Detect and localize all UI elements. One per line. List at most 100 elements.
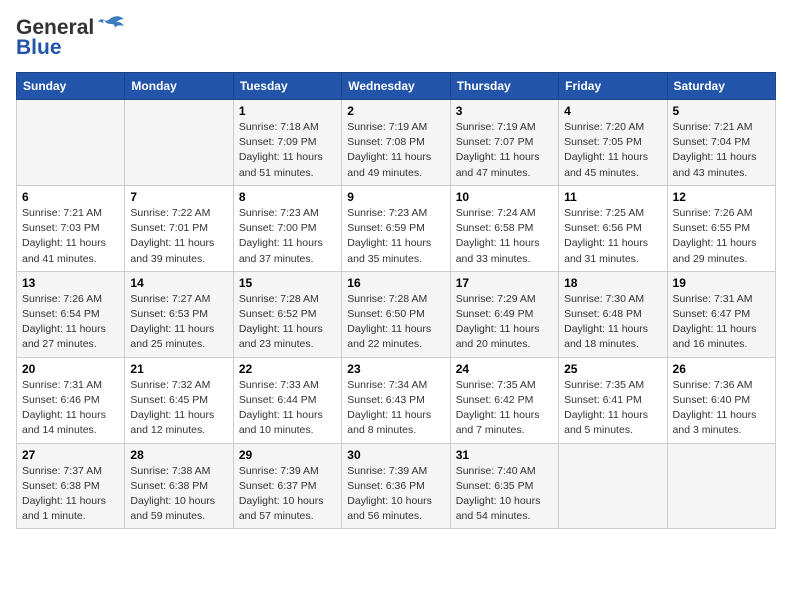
calendar-cell: 5 Sunrise: 7:21 AMSunset: 7:04 PMDaylight…	[667, 100, 775, 186]
day-info: Sunrise: 7:21 AMSunset: 7:04 PMDaylight:…	[673, 120, 770, 181]
calendar-cell: 11Sunrise: 7:25 AMSunset: 6:56 PMDayligh…	[559, 185, 667, 271]
day-info: Sunrise: 7:26 AMSunset: 6:54 PMDaylight:…	[22, 292, 119, 353]
calendar-cell: 8 Sunrise: 7:23 AMSunset: 7:00 PMDaylight…	[233, 185, 341, 271]
calendar-cell: 24 Sunrise: 7:35 AMSunset: 6:42 PMDayligh…	[450, 357, 558, 443]
day-info: Sunrise: 7:26 AMSunset: 6:55 PMDaylight:…	[673, 206, 770, 267]
calendar-cell: 13 Sunrise: 7:26 AMSunset: 6:54 PMDayligh…	[17, 271, 125, 357]
day-info: Sunrise: 7:18 AMSunset: 7:09 PMDaylight:…	[239, 120, 336, 181]
day-info: Sunrise: 7:29 AMSunset: 6:49 PMDaylight:…	[456, 292, 553, 353]
day-info: Sunrise: 7:30 AMSunset: 6:48 PMDaylight:…	[564, 292, 661, 353]
day-number: 23	[347, 362, 444, 376]
calendar-cell: 10Sunrise: 7:24 AMSunset: 6:58 PMDayligh…	[450, 185, 558, 271]
calendar-cell	[559, 443, 667, 529]
day-number: 8	[239, 190, 336, 204]
day-number: 26	[673, 362, 770, 376]
logo-bird-icon	[96, 14, 126, 38]
day-info: Sunrise: 7:28 AMSunset: 6:52 PMDaylight:…	[239, 292, 336, 353]
day-number: 24	[456, 362, 553, 376]
day-number: 20	[22, 362, 119, 376]
day-info: Sunrise: 7:24 AMSunset: 6:58 PMDaylight:…	[456, 206, 553, 267]
day-number: 30	[347, 448, 444, 462]
calendar-cell	[17, 100, 125, 186]
calendar-cell: 19 Sunrise: 7:31 AMSunset: 6:47 PMDayligh…	[667, 271, 775, 357]
logo: General Blue	[16, 16, 126, 60]
day-info: Sunrise: 7:39 AMSunset: 6:36 PMDaylight:…	[347, 464, 444, 525]
day-number: 6	[22, 190, 119, 204]
calendar-cell	[667, 443, 775, 529]
day-info: Sunrise: 7:31 AMSunset: 6:47 PMDaylight:…	[673, 292, 770, 353]
day-info: Sunrise: 7:36 AMSunset: 6:40 PMDaylight:…	[673, 378, 770, 439]
calendar-cell: 22Sunrise: 7:33 AMSunset: 6:44 PMDayligh…	[233, 357, 341, 443]
day-number: 14	[130, 276, 227, 290]
day-info: Sunrise: 7:25 AMSunset: 6:56 PMDaylight:…	[564, 206, 661, 267]
day-info: Sunrise: 7:19 AMSunset: 7:08 PMDaylight:…	[347, 120, 444, 181]
day-number: 27	[22, 448, 119, 462]
page-header: General Blue	[16, 16, 776, 60]
day-number: 9	[347, 190, 444, 204]
calendar-cell: 31Sunrise: 7:40 AMSunset: 6:35 PMDayligh…	[450, 443, 558, 529]
calendar-week-row: 6 Sunrise: 7:21 AMSunset: 7:03 PMDaylight…	[17, 185, 776, 271]
day-info: Sunrise: 7:22 AMSunset: 7:01 PMDaylight:…	[130, 206, 227, 267]
day-number: 29	[239, 448, 336, 462]
calendar-cell: 23Sunrise: 7:34 AMSunset: 6:43 PMDayligh…	[342, 357, 450, 443]
day-info: Sunrise: 7:27 AMSunset: 6:53 PMDaylight:…	[130, 292, 227, 353]
day-info: Sunrise: 7:38 AMSunset: 6:38 PMDaylight:…	[130, 464, 227, 525]
calendar-cell	[125, 100, 233, 186]
weekday-header: Wednesday	[342, 73, 450, 100]
calendar-cell: 1 Sunrise: 7:18 AMSunset: 7:09 PMDaylight…	[233, 100, 341, 186]
day-number: 25	[564, 362, 661, 376]
day-number: 15	[239, 276, 336, 290]
day-info: Sunrise: 7:23 AMSunset: 7:00 PMDaylight:…	[239, 206, 336, 267]
day-number: 7	[130, 190, 227, 204]
day-number: 12	[673, 190, 770, 204]
calendar-cell: 2Sunrise: 7:19 AMSunset: 7:08 PMDaylight…	[342, 100, 450, 186]
day-info: Sunrise: 7:33 AMSunset: 6:44 PMDaylight:…	[239, 378, 336, 439]
calendar-header-row: SundayMondayTuesdayWednesdayThursdayFrid…	[17, 73, 776, 100]
calendar-cell: 6 Sunrise: 7:21 AMSunset: 7:03 PMDaylight…	[17, 185, 125, 271]
day-number: 3	[456, 104, 553, 118]
day-number: 5	[673, 104, 770, 118]
day-number: 13	[22, 276, 119, 290]
day-info: Sunrise: 7:20 AMSunset: 7:05 PMDaylight:…	[564, 120, 661, 181]
calendar-cell: 17 Sunrise: 7:29 AMSunset: 6:49 PMDayligh…	[450, 271, 558, 357]
day-number: 1	[239, 104, 336, 118]
day-number: 16	[347, 276, 444, 290]
weekday-header: Tuesday	[233, 73, 341, 100]
day-number: 21	[130, 362, 227, 376]
weekday-header: Monday	[125, 73, 233, 100]
logo-blue: Blue	[16, 36, 62, 60]
weekday-header: Saturday	[667, 73, 775, 100]
day-info: Sunrise: 7:23 AMSunset: 6:59 PMDaylight:…	[347, 206, 444, 267]
day-number: 28	[130, 448, 227, 462]
calendar-table: SundayMondayTuesdayWednesdayThursdayFrid…	[16, 72, 776, 529]
calendar-cell: 21 Sunrise: 7:32 AMSunset: 6:45 PMDayligh…	[125, 357, 233, 443]
calendar-cell: 3 Sunrise: 7:19 AMSunset: 7:07 PMDaylight…	[450, 100, 558, 186]
calendar-week-row: 1 Sunrise: 7:18 AMSunset: 7:09 PMDaylight…	[17, 100, 776, 186]
day-number: 4	[564, 104, 661, 118]
day-info: Sunrise: 7:19 AMSunset: 7:07 PMDaylight:…	[456, 120, 553, 181]
day-info: Sunrise: 7:32 AMSunset: 6:45 PMDaylight:…	[130, 378, 227, 439]
calendar-cell: 26 Sunrise: 7:36 AMSunset: 6:40 PMDayligh…	[667, 357, 775, 443]
calendar-cell: 9 Sunrise: 7:23 AMSunset: 6:59 PMDaylight…	[342, 185, 450, 271]
day-number: 17	[456, 276, 553, 290]
calendar-week-row: 13 Sunrise: 7:26 AMSunset: 6:54 PMDayligh…	[17, 271, 776, 357]
day-info: Sunrise: 7:35 AMSunset: 6:42 PMDaylight:…	[456, 378, 553, 439]
calendar-cell: 18 Sunrise: 7:30 AMSunset: 6:48 PMDayligh…	[559, 271, 667, 357]
calendar-cell: 25 Sunrise: 7:35 AMSunset: 6:41 PMDayligh…	[559, 357, 667, 443]
day-number: 19	[673, 276, 770, 290]
weekday-header: Friday	[559, 73, 667, 100]
day-number: 18	[564, 276, 661, 290]
day-info: Sunrise: 7:31 AMSunset: 6:46 PMDaylight:…	[22, 378, 119, 439]
calendar-cell: 30 Sunrise: 7:39 AMSunset: 6:36 PMDayligh…	[342, 443, 450, 529]
weekday-header: Sunday	[17, 73, 125, 100]
calendar-cell: 27 Sunrise: 7:37 AMSunset: 6:38 PMDayligh…	[17, 443, 125, 529]
calendar-cell: 20 Sunrise: 7:31 AMSunset: 6:46 PMDayligh…	[17, 357, 125, 443]
day-info: Sunrise: 7:35 AMSunset: 6:41 PMDaylight:…	[564, 378, 661, 439]
calendar-week-row: 20 Sunrise: 7:31 AMSunset: 6:46 PMDayligh…	[17, 357, 776, 443]
day-number: 31	[456, 448, 553, 462]
calendar-cell: 16Sunrise: 7:28 AMSunset: 6:50 PMDayligh…	[342, 271, 450, 357]
calendar-cell: 29Sunrise: 7:39 AMSunset: 6:37 PMDayligh…	[233, 443, 341, 529]
day-info: Sunrise: 7:37 AMSunset: 6:38 PMDaylight:…	[22, 464, 119, 525]
day-info: Sunrise: 7:21 AMSunset: 7:03 PMDaylight:…	[22, 206, 119, 267]
calendar-week-row: 27 Sunrise: 7:37 AMSunset: 6:38 PMDayligh…	[17, 443, 776, 529]
